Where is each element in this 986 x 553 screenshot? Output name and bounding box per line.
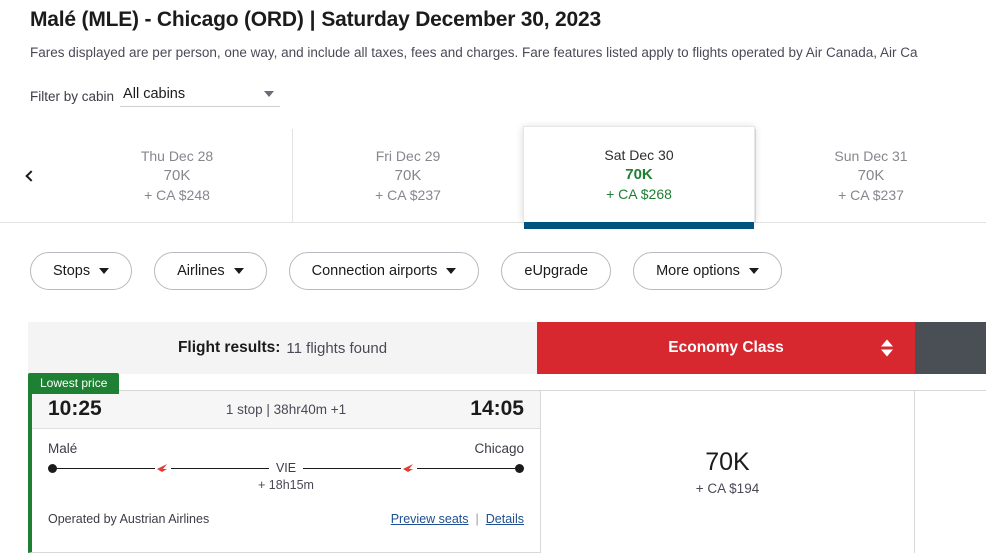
next-cabin-price-cell[interactable]: [915, 390, 986, 553]
results-header-bar: Flight results: 11 flights found Economy…: [28, 322, 986, 374]
filter-eupgrade-label: eUpgrade: [524, 263, 589, 279]
date-cell-miles: 70K: [163, 167, 191, 184]
page-title: Malé (MLE) - Chicago (ORD) | Saturday Dece…: [30, 8, 986, 32]
connection-airport-code: VIE: [268, 461, 304, 475]
route-segment: [57, 467, 155, 469]
chevron-left-icon: [25, 169, 37, 182]
route-line: VIE: [48, 460, 525, 476]
filter-pill-row: Stops Airlines Connection airports eUpgr…: [30, 252, 986, 290]
flight-card-links: Preview seats | Details: [391, 512, 524, 526]
filter-more-options-button[interactable]: More options: [633, 252, 782, 290]
airplane-icon: [402, 463, 416, 473]
filter-airlines-button[interactable]: Airlines: [154, 252, 267, 290]
flight-summary: 1 stop | 38hr40m +1: [225, 401, 347, 417]
route-segment: [170, 467, 269, 469]
results-count: 11 flights found: [286, 339, 388, 357]
layover-duration: + 18h15m: [258, 478, 314, 492]
page-title-separator: |: [309, 8, 316, 31]
origin-dot-icon: [48, 463, 57, 473]
results-label: Flight results:: [177, 339, 281, 356]
route-block: Malé Chicago VIE + 18h15m: [32, 429, 540, 502]
date-cells: Thu Dec 28 70K + CA $248 Fri Dec 29 70K …: [62, 126, 986, 229]
route-segment: [303, 467, 402, 469]
chevron-down-icon: [99, 268, 110, 274]
flight-times-row: 10:25 1 stop | 38hr40m +1 14:05: [32, 391, 540, 429]
date-cell-miles: 70K: [857, 167, 885, 184]
chevron-down-icon: [233, 268, 244, 274]
route-segment: [417, 467, 516, 469]
filter-eupgrade-button[interactable]: eUpgrade: [501, 252, 612, 290]
date-cell-day: Sat Dec 30: [604, 147, 674, 163]
date-cell-thu-dec-28[interactable]: Thu Dec 28 70K + CA $248: [62, 129, 292, 222]
date-cell-day: Fri Dec 29: [375, 148, 441, 164]
departure-time: 10:25: [48, 397, 102, 420]
cabin-select-value: All cabins: [123, 86, 186, 102]
route-endpoints: Malé Chicago: [48, 441, 524, 456]
filter-connection-airports-label: Connection airports: [311, 263, 438, 279]
destination-dot-icon: [515, 463, 525, 473]
date-cell-fri-dec-29[interactable]: Fri Dec 29 70K + CA $237: [292, 129, 523, 222]
economy-class-label: Economy Class: [668, 339, 784, 356]
next-cabin-column-header[interactable]: [915, 322, 986, 374]
destination-city: Chicago: [474, 441, 524, 456]
cabin-filter-label: Filter by cabin: [30, 89, 115, 104]
page-title-route: Malé (MLE) - Chicago (ORD): [30, 8, 304, 31]
price-miles: 70K: [705, 448, 750, 476]
sort-ascending-icon: [881, 339, 893, 347]
price-cash: + CA $194: [695, 481, 760, 496]
flight-search-results-page: Malé (MLE) - Chicago (ORD) | Saturday Dece…: [0, 0, 986, 553]
fare-disclaimer: Fares displayed are per person, one way,…: [30, 45, 918, 60]
origin-city: Malé: [48, 441, 78, 456]
filter-more-options-label: More options: [656, 263, 740, 279]
date-cell-day: Thu Dec 28: [140, 148, 214, 164]
chevron-down-icon: [748, 268, 759, 274]
filter-airlines-label: Airlines: [177, 263, 225, 279]
date-cell-day: Sun Dec 31: [834, 148, 908, 164]
chevron-down-icon: [446, 268, 457, 274]
page-title-date: Saturday December 30, 2023: [321, 8, 601, 31]
flight-card-footer: Operated by Austrian Airlines Preview se…: [32, 502, 540, 538]
links-separator: |: [475, 512, 479, 526]
date-cell-cash: + CA $268: [606, 186, 672, 202]
date-cell-miles: 70K: [394, 167, 422, 184]
date-cell-cash: + CA $248: [144, 187, 210, 203]
economy-class-column-header[interactable]: Economy Class: [537, 322, 915, 374]
economy-price-cell[interactable]: 70K + CA $194: [541, 390, 915, 553]
chevron-down-icon: [264, 91, 275, 97]
arrival-time: 14:05: [470, 397, 524, 420]
flight-card: Lowest price 10:25 1 stop | 38hr40m +1 1…: [28, 373, 541, 553]
date-cell-sat-dec-30[interactable]: Sat Dec 30 70K + CA $268: [523, 126, 755, 229]
results-count-panel: Flight results: 11 flights found: [28, 322, 537, 374]
date-cell-sun-dec-31[interactable]: Sun Dec 31 70K + CA $237: [755, 129, 986, 222]
date-cell-cash: + CA $237: [375, 187, 441, 203]
filter-connection-airports-button[interactable]: Connection airports: [288, 252, 480, 290]
date-cell-miles: 70K: [625, 166, 653, 183]
filter-stops-button[interactable]: Stops: [30, 252, 133, 290]
preview-seats-link[interactable]: Preview seats: [391, 512, 469, 526]
flight-results-list: Lowest price 10:25 1 stop | 38hr40m +1 1…: [28, 373, 986, 553]
lowest-price-badge: Lowest price: [28, 373, 120, 394]
sort-arrows-icon[interactable]: [881, 339, 893, 357]
cabin-filter-row: Filter by cabin All cabins: [30, 86, 986, 107]
operated-by-label: Operated by Austrian Airlines: [48, 512, 210, 526]
airplane-icon: [156, 463, 170, 473]
page-header: Malé (MLE) - Chicago (ORD) | Saturday Dece…: [0, 0, 986, 60]
date-cell-cash: + CA $237: [838, 187, 904, 203]
sort-descending-icon: [881, 349, 893, 357]
previous-dates-button[interactable]: [0, 129, 62, 222]
details-link[interactable]: Details: [486, 512, 524, 526]
cabin-select[interactable]: All cabins: [120, 86, 281, 107]
date-carousel: Thu Dec 28 70K + CA $248 Fri Dec 29 70K …: [0, 126, 986, 229]
filter-stops-label: Stops: [53, 263, 91, 279]
